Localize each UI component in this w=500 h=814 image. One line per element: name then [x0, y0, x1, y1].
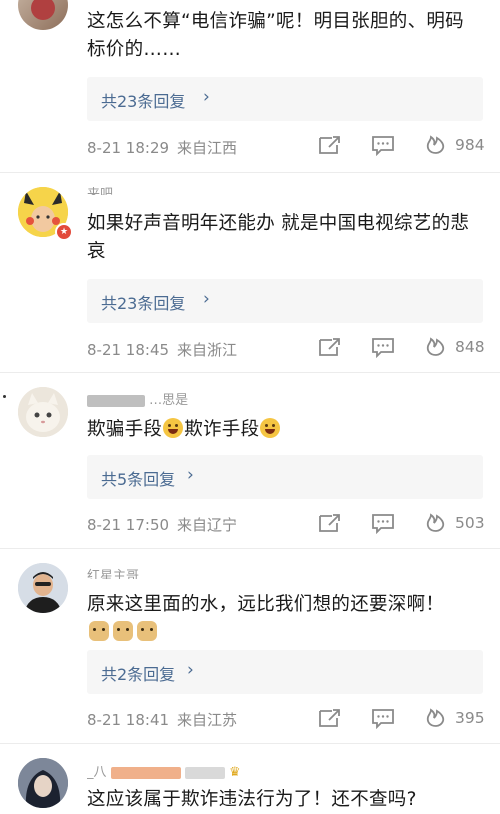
comment-location: 来自江西: [177, 139, 238, 157]
doge-emoji-icon: [113, 621, 133, 641]
comment-time: 8-21 18:29: [87, 139, 170, 157]
repost-icon[interactable]: [317, 512, 343, 534]
username-text: …思是: [149, 393, 189, 408]
laughing-emoji-icon: [260, 418, 281, 438]
divider: [0, 372, 500, 373]
reply-link[interactable]: 共5条回复 ›: [87, 455, 483, 499]
reply-count: 共2条回复: [101, 665, 176, 684]
reply-link[interactable]: 共23条回复 ›: [87, 77, 483, 121]
redacted-name: [87, 394, 145, 407]
like-icon[interactable]: [423, 133, 449, 155]
like-count: 984: [455, 136, 485, 154]
comment-meta: 8-21 18:45 来自浙江: [87, 339, 237, 360]
username[interactable]: …思是: [87, 389, 188, 408]
reply-link[interactable]: 共23条回复 ›: [87, 279, 483, 323]
like-count: 503: [455, 514, 485, 532]
comment-meta: 8-21 18:29 来自江西: [87, 137, 237, 158]
comment-location: 来自江苏: [177, 711, 238, 729]
comment-text: 这怎么不算“电信诈骗”呢！明目张胆的、明码标价的……: [87, 11, 464, 60]
comment-time: 8-21 18:45: [87, 341, 170, 359]
chevron-right-icon: ›: [203, 87, 210, 107]
reply-link[interactable]: 共2条回复 ›: [87, 650, 483, 694]
chevron-right-icon: ›: [187, 660, 194, 680]
doge-emoji-icon: [137, 621, 157, 641]
reply-count: 共5条回复: [101, 470, 176, 489]
avatar-image: [18, 563, 68, 613]
like-icon[interactable]: [423, 335, 449, 357]
chevron-right-icon: ›: [187, 465, 194, 485]
reply-count: 共23条回复: [101, 92, 186, 111]
repost-icon[interactable]: [317, 134, 343, 156]
comment-icon[interactable]: [370, 707, 396, 729]
comment-text: 这应该属于欺诈违法行为了！还不查吗?: [87, 789, 417, 810]
comment-location: 来自浙江: [177, 341, 238, 359]
avatar[interactable]: [18, 387, 68, 437]
avatar[interactable]: [18, 758, 68, 808]
comment-icon[interactable]: [370, 134, 396, 156]
like-count: 395: [455, 709, 485, 727]
comment-text: 欺骗手段 欺诈手段: [87, 416, 479, 444]
redacted-name: [184, 766, 225, 779]
dot-marker: [3, 395, 6, 398]
crown-icon: ♛: [228, 765, 241, 780]
like-icon[interactable]: [423, 706, 449, 728]
doge-emoji-icon: [89, 621, 109, 641]
comment-icon[interactable]: [370, 512, 396, 534]
comment-icon[interactable]: [370, 336, 396, 358]
avatar-image: [18, 387, 68, 437]
like-count: 848: [455, 338, 485, 356]
divider: [0, 548, 500, 549]
verified-badge: ★: [55, 223, 73, 241]
comment-text-part: 欺骗手段: [87, 419, 163, 440]
like-icon[interactable]: [423, 511, 449, 533]
username[interactable]: _八 ♛: [87, 761, 241, 780]
comment-text-part: 欺诈手段: [184, 419, 260, 440]
divider: [0, 172, 500, 173]
comment-meta: 8-21 18:41 来自江苏: [87, 709, 237, 730]
comment-text: 如果好声音明年还能办 就是中国电视综艺的悲哀: [87, 213, 470, 262]
divider: [0, 743, 500, 744]
username[interactable]: 来吧…: [87, 183, 126, 195]
laughing-emoji-icon: [163, 418, 184, 438]
comment-location: 来自辽宁: [177, 516, 238, 534]
emoji-row: [87, 621, 159, 642]
avatar[interactable]: [18, 0, 68, 30]
username[interactable]: 红星主哥: [87, 565, 139, 579]
comment-meta: 8-21 17:50 来自辽宁: [87, 514, 237, 535]
avatar-image: [18, 758, 68, 808]
comment-time: 8-21 18:41: [87, 711, 170, 729]
avatar[interactable]: [18, 563, 68, 613]
comment-text: 原来这里面的水，远比我们想的还要深啊！: [87, 594, 445, 615]
reply-count: 共23条回复: [101, 294, 186, 313]
repost-icon[interactable]: [317, 707, 343, 729]
avatar-image: [31, 0, 55, 20]
chevron-right-icon: ›: [203, 289, 210, 309]
redacted-name: [110, 766, 181, 779]
comment-time: 8-21 17:50: [87, 516, 170, 534]
repost-icon[interactable]: [317, 336, 343, 358]
username-text: _八: [87, 765, 107, 780]
